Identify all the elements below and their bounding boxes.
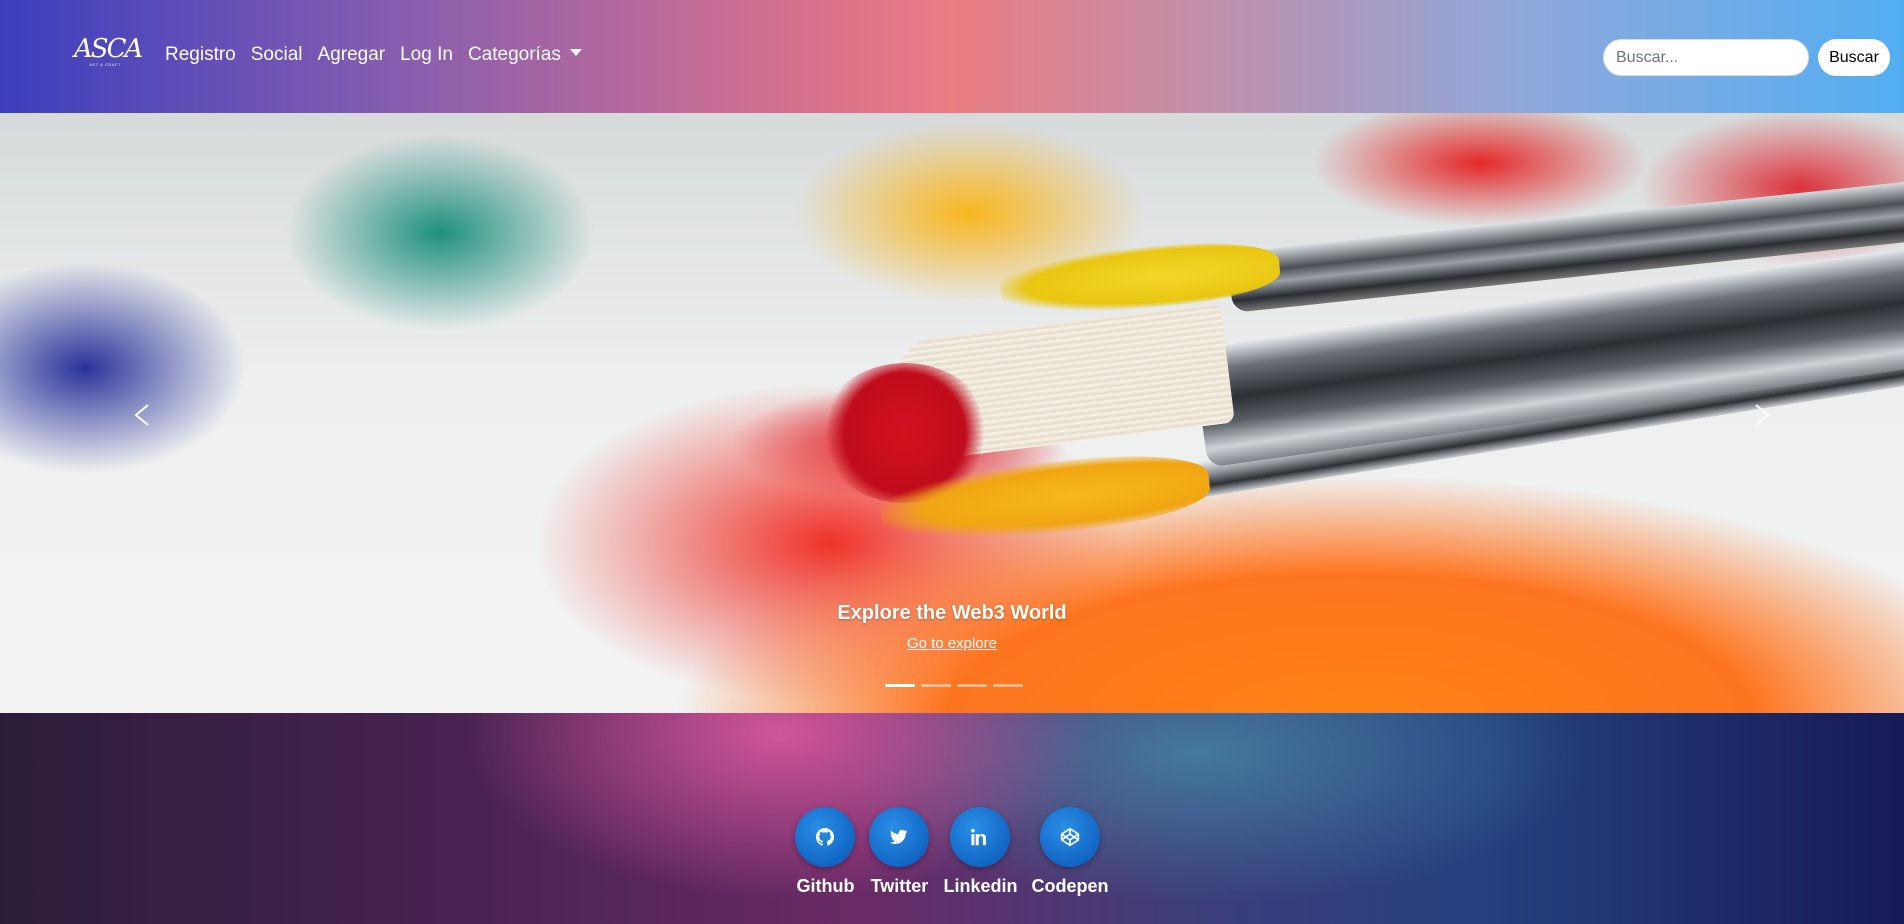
social-label: Github (796, 876, 855, 896)
nav-link-agregar[interactable]: Agregar (318, 44, 386, 66)
social-links: Github Twitter Linkedin Codepen (0, 807, 1904, 897)
social-codepen[interactable]: Codepen (1032, 807, 1109, 897)
carousel-indicator[interactable] (957, 684, 987, 687)
carousel-indicator[interactable] (921, 684, 951, 687)
linkedin-icon (950, 807, 1011, 867)
caret-down-icon (569, 49, 582, 56)
carousel-indicator[interactable] (885, 684, 915, 687)
carousel-prev-button[interactable] (122, 395, 162, 435)
github-icon (795, 807, 856, 867)
nav-link-login[interactable]: Log In (400, 44, 453, 66)
social-label: Codepen (1031, 876, 1109, 896)
social-label: Twitter (870, 876, 929, 896)
social-linkedin[interactable]: Linkedin (943, 807, 1018, 897)
brand-monogram: ASCA (74, 34, 143, 64)
brand-logo[interactable]: ASCA ART & CRAFT (74, 34, 143, 72)
navbar: ASCA ART & CRAFT Registro Social Agregar… (0, 0, 1904, 113)
nav-dropdown-label: Categorías (467, 44, 561, 65)
hero-carousel: Explore the Web3 World Go to explore (0, 113, 1904, 713)
social-label: Linkedin (943, 876, 1018, 896)
carousel-caption-title: Explore the Web3 World (837, 602, 1067, 624)
nav-link-social[interactable]: Social (251, 44, 303, 66)
nav-link-registro[interactable]: Registro (165, 44, 236, 66)
carousel-caption-link[interactable]: Go to explore (0, 635, 1904, 652)
brand-tagline: ART & CRAFT (89, 62, 121, 67)
social-github[interactable]: Github (795, 807, 856, 897)
nav-links: Registro Social Agregar Log In Categoría… (165, 44, 597, 66)
social-twitter[interactable]: Twitter (869, 807, 930, 897)
carousel-next-button[interactable] (1742, 395, 1782, 435)
twitter-icon (869, 807, 930, 867)
footer: Github Twitter Linkedin Codepen (0, 713, 1904, 924)
search-input[interactable] (1603, 39, 1809, 76)
nav-dropdown-categorias[interactable]: Categorías (468, 44, 582, 66)
chevron-left-icon (134, 404, 149, 426)
codepen-icon (1040, 807, 1100, 867)
carousel-indicator[interactable] (993, 684, 1023, 687)
search-button[interactable]: Buscar (1818, 39, 1890, 76)
carousel-indicators (882, 684, 1026, 687)
chevron-right-icon (1755, 404, 1770, 426)
